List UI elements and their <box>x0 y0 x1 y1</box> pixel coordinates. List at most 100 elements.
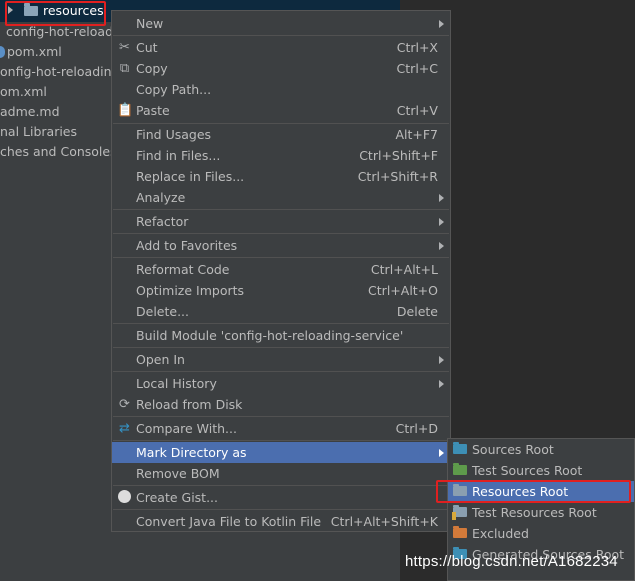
menu-item-label: Optimize Imports <box>136 283 245 298</box>
menu-separator <box>113 233 449 234</box>
submenu-arrow-icon <box>439 242 444 250</box>
menu-separator <box>113 371 449 372</box>
menu-item-shortcut: Ctrl+Alt+Shift+K <box>330 514 438 529</box>
tree-row[interactable]: adme.md <box>0 102 60 122</box>
submenu-arrow-icon <box>439 449 444 457</box>
menu-item-label: Replace in Files... <box>136 169 245 184</box>
menu-item-label: Compare With... <box>136 421 237 436</box>
menu-item-convert-java-to-kotlin[interactable]: Convert Java File to Kotlin File Ctrl+Al… <box>112 511 450 532</box>
menu-item-shortcut: Ctrl+Shift+R <box>357 169 438 184</box>
github-icon <box>117 490 132 505</box>
menu-item-refactor[interactable]: Refactor <box>112 211 450 232</box>
menu-item-shortcut: Ctrl+Shift+F <box>359 148 438 163</box>
menu-item-build-module[interactable]: Build Module 'config-hot-reloading-servi… <box>112 325 450 346</box>
menu-item-reformat-code[interactable]: Reformat Code Ctrl+Alt+L <box>112 259 450 280</box>
menu-item-create-gist[interactable]: Create Gist... <box>112 487 450 508</box>
copy-icon: ⧉ <box>119 61 130 76</box>
menu-item-shortcut: Alt+F7 <box>395 127 438 142</box>
menu-item-label: Copy <box>136 61 168 76</box>
menu-separator <box>113 509 449 510</box>
submenu-item-test-sources-root[interactable]: Test Sources Root <box>448 460 634 481</box>
menu-item-label: Refactor <box>136 214 189 229</box>
menu-item-label: Copy Path... <box>136 82 212 97</box>
test-sources-folder-icon <box>453 463 467 475</box>
menu-item-remove-bom[interactable]: Remove BOM <box>112 463 450 484</box>
submenu-arrow-icon <box>439 380 444 388</box>
menu-item-new[interactable]: New <box>112 13 450 34</box>
menu-separator <box>113 257 449 258</box>
menu-item-shortcut: Ctrl+D <box>395 421 438 436</box>
watermark-text: https://blog.csdn.net/A1682234 <box>405 553 618 570</box>
menu-item-label: Add to Favorites <box>136 238 238 253</box>
menu-item-analyze[interactable]: Analyze <box>112 187 450 208</box>
menu-item-mark-directory-as[interactable]: Mark Directory as <box>112 442 450 463</box>
context-menu: New ✂ Cut Ctrl+X ⧉ Copy Ctrl+C Copy Path… <box>111 10 451 532</box>
menu-item-label: Find Usages <box>136 127 212 142</box>
menu-item-label: Reformat Code <box>136 262 230 277</box>
menu-item-label: Delete... <box>136 304 189 319</box>
menu-item-label: Open In <box>136 352 185 367</box>
tree-row[interactable]: nal Libraries <box>0 122 77 142</box>
menu-item-label: New <box>136 16 164 31</box>
annotation-highlight-box <box>5 1 106 26</box>
menu-item-shortcut: Ctrl+Alt+O <box>368 283 438 298</box>
menu-item-label: Convert Java File to Kotlin File <box>136 514 322 529</box>
menu-item-label: Create Gist... <box>136 490 219 505</box>
menu-separator <box>113 35 449 36</box>
reload-icon: ⟳ <box>119 397 130 412</box>
submenu-item-sources-root[interactable]: Sources Root <box>448 439 634 460</box>
submenu-item-label: Excluded <box>472 526 529 541</box>
clipboard-icon: 📋 <box>117 103 134 118</box>
menu-item-label: Reload from Disk <box>136 397 243 412</box>
excluded-folder-icon <box>453 526 467 538</box>
sources-folder-icon <box>453 442 467 454</box>
menu-item-add-to-favorites[interactable]: Add to Favorites <box>112 235 450 256</box>
menu-separator <box>113 416 449 417</box>
submenu-item-label: Test Sources Root <box>472 463 583 478</box>
menu-item-label: Local History <box>136 376 217 391</box>
submenu-item-test-resources-root[interactable]: Test Resources Root <box>448 502 634 523</box>
menu-item-label: Find in Files... <box>136 148 221 163</box>
menu-item-find-usages[interactable]: Find Usages Alt+F7 <box>112 124 450 145</box>
menu-item-compare-with[interactable]: ⇄ Compare With... Ctrl+D <box>112 418 450 439</box>
submenu-arrow-icon <box>439 356 444 364</box>
submenu-arrow-icon <box>439 20 444 28</box>
submenu-item-label: Test Resources Root <box>472 505 597 520</box>
menu-item-local-history[interactable]: Local History <box>112 373 450 394</box>
menu-item-find-in-files[interactable]: Find in Files... Ctrl+Shift+F <box>112 145 450 166</box>
tree-row-pom[interactable]: pom.xml <box>0 42 62 62</box>
menu-item-paste[interactable]: 📋 Paste Ctrl+V <box>112 100 450 121</box>
menu-item-shortcut: Ctrl+Alt+L <box>370 262 438 277</box>
menu-item-replace-in-files[interactable]: Replace in Files... Ctrl+Shift+R <box>112 166 450 187</box>
maven-file-icon <box>0 46 5 58</box>
menu-item-label: Mark Directory as <box>136 445 247 460</box>
menu-item-optimize-imports[interactable]: Optimize Imports Ctrl+Alt+O <box>112 280 450 301</box>
scissors-icon: ✂ <box>119 40 130 55</box>
menu-item-label: Paste <box>136 103 170 118</box>
test-resources-badge-icon <box>452 512 456 520</box>
menu-item-open-in[interactable]: Open In <box>112 349 450 370</box>
menu-item-label: Cut <box>136 40 158 55</box>
submenu-item-excluded[interactable]: Excluded <box>448 523 634 544</box>
tree-row[interactable]: ches and Consoles <box>0 142 117 162</box>
menu-item-cut[interactable]: ✂ Cut Ctrl+X <box>112 37 450 58</box>
menu-item-reload-from-disk[interactable]: ⟳ Reload from Disk <box>112 394 450 415</box>
menu-item-copy-path[interactable]: Copy Path... <box>112 79 450 100</box>
annotation-highlight-box <box>436 480 631 503</box>
compare-arrows-icon: ⇄ <box>119 421 130 436</box>
submenu-arrow-icon <box>439 218 444 226</box>
tree-row[interactable]: onfig-hot-reloading. <box>0 62 123 82</box>
menu-item-label: Analyze <box>136 190 186 205</box>
menu-item-delete[interactable]: Delete... Delete <box>112 301 450 322</box>
menu-item-label: Build Module 'config-hot-reloading-servi… <box>136 328 404 343</box>
menu-item-shortcut: Delete <box>396 304 438 319</box>
tree-row-label: pom.xml <box>7 44 62 59</box>
menu-item-copy[interactable]: ⧉ Copy Ctrl+C <box>112 58 450 79</box>
menu-separator <box>113 347 449 348</box>
menu-item-shortcut: Ctrl+C <box>396 61 438 76</box>
menu-separator <box>113 209 449 210</box>
menu-separator <box>113 485 449 486</box>
menu-separator <box>113 440 449 441</box>
submenu-item-label: Sources Root <box>472 442 554 457</box>
tree-row[interactable]: om.xml <box>0 82 47 102</box>
